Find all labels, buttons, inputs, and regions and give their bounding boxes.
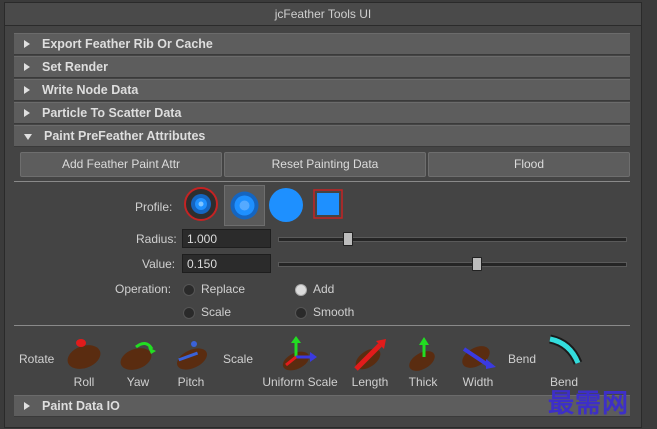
roll-tool-icon[interactable] <box>64 335 104 373</box>
expand-arrow-icon <box>24 40 30 48</box>
value-slider-handle[interactable] <box>471 257 482 271</box>
section-particle-scatter[interactable]: Particle To Scatter Data <box>14 102 630 124</box>
soft-circle-brush-icon[interactable] <box>183 186 219 222</box>
expand-arrow-icon <box>24 86 30 94</box>
section-label: Paint PreFeather Attributes <box>44 129 206 143</box>
section-write-node-data[interactable]: Write Node Data <box>14 79 630 101</box>
expand-arrow-icon <box>24 109 30 117</box>
radius-slider-track[interactable] <box>278 237 627 242</box>
value-label: Value: <box>142 257 176 271</box>
value-slider-track[interactable] <box>278 262 627 267</box>
yaw-label: Yaw <box>126 375 150 389</box>
operation-label: Operation: <box>115 282 172 296</box>
radio-replace[interactable] <box>183 284 195 296</box>
radius-label: Radius: <box>136 232 177 246</box>
window-title: jcFeather Tools UI <box>5 3 641 26</box>
value-field[interactable]: 0.150 <box>182 254 271 273</box>
gaussian-brush-icon[interactable] <box>224 185 265 226</box>
radio-scale[interactable] <box>183 307 195 319</box>
thick-tool-icon[interactable] <box>404 335 444 373</box>
square-brush-icon[interactable] <box>313 189 343 219</box>
radio-smooth-label: Smooth <box>313 305 355 319</box>
radio-add[interactable] <box>295 284 307 296</box>
section-label: Write Node Data <box>42 83 139 97</box>
radio-smooth[interactable] <box>295 307 307 319</box>
divider <box>14 325 630 326</box>
pitch-tool-icon[interactable] <box>172 335 212 373</box>
reset-painting-data-button[interactable]: Reset Painting Data <box>224 152 426 177</box>
section-label: Set Render <box>42 60 108 74</box>
section-paint-data-io[interactable]: Paint Data IO <box>14 395 630 417</box>
radio-add-label: Add <box>313 282 335 296</box>
profile-label: Profile: <box>135 200 173 214</box>
uniform-scale-label: Uniform Scale <box>262 375 338 389</box>
divider <box>14 181 630 182</box>
radius-field[interactable]: 1.000 <box>182 229 271 248</box>
watermark: 最需网 <box>548 389 630 419</box>
bend-tool-icon[interactable] <box>544 333 584 371</box>
expand-arrow-icon <box>24 402 30 410</box>
width-tool-icon[interactable] <box>458 335 498 373</box>
collapse-arrow-icon <box>24 134 32 140</box>
section-label: Export Feather Rib Or Cache <box>42 37 213 51</box>
section-label: Paint Data IO <box>42 399 120 413</box>
section-export-feather[interactable]: Export Feather Rib Or Cache <box>14 33 630 55</box>
thick-label: Thick <box>408 375 438 389</box>
rotate-group-label: Rotate <box>19 352 55 366</box>
roll-label: Roll <box>73 375 95 389</box>
scale-group-label: Scale <box>223 352 254 366</box>
section-paint-prefeather[interactable]: Paint PreFeather Attributes <box>14 125 630 147</box>
radio-replace-label: Replace <box>201 282 246 296</box>
add-feather-paint-attr-button[interactable]: Add Feather Paint Attr <box>20 152 222 177</box>
section-label: Particle To Scatter Data <box>42 106 182 120</box>
bend-group-label: Bend <box>508 352 537 366</box>
radius-slider-handle[interactable] <box>343 232 354 246</box>
radio-scale-label: Scale <box>201 305 232 319</box>
length-tool-icon[interactable] <box>350 335 390 373</box>
expand-arrow-icon <box>24 63 30 71</box>
length-label: Length <box>351 375 389 389</box>
yaw-tool-icon[interactable] <box>118 335 158 373</box>
width-label: Width <box>462 375 494 389</box>
section-set-render[interactable]: Set Render <box>14 56 630 78</box>
flood-button[interactable]: Flood <box>428 152 630 177</box>
pitch-label: Pitch <box>177 375 205 389</box>
uniform-scale-tool-icon[interactable] <box>278 335 318 373</box>
solid-circle-brush-icon[interactable] <box>267 186 305 224</box>
